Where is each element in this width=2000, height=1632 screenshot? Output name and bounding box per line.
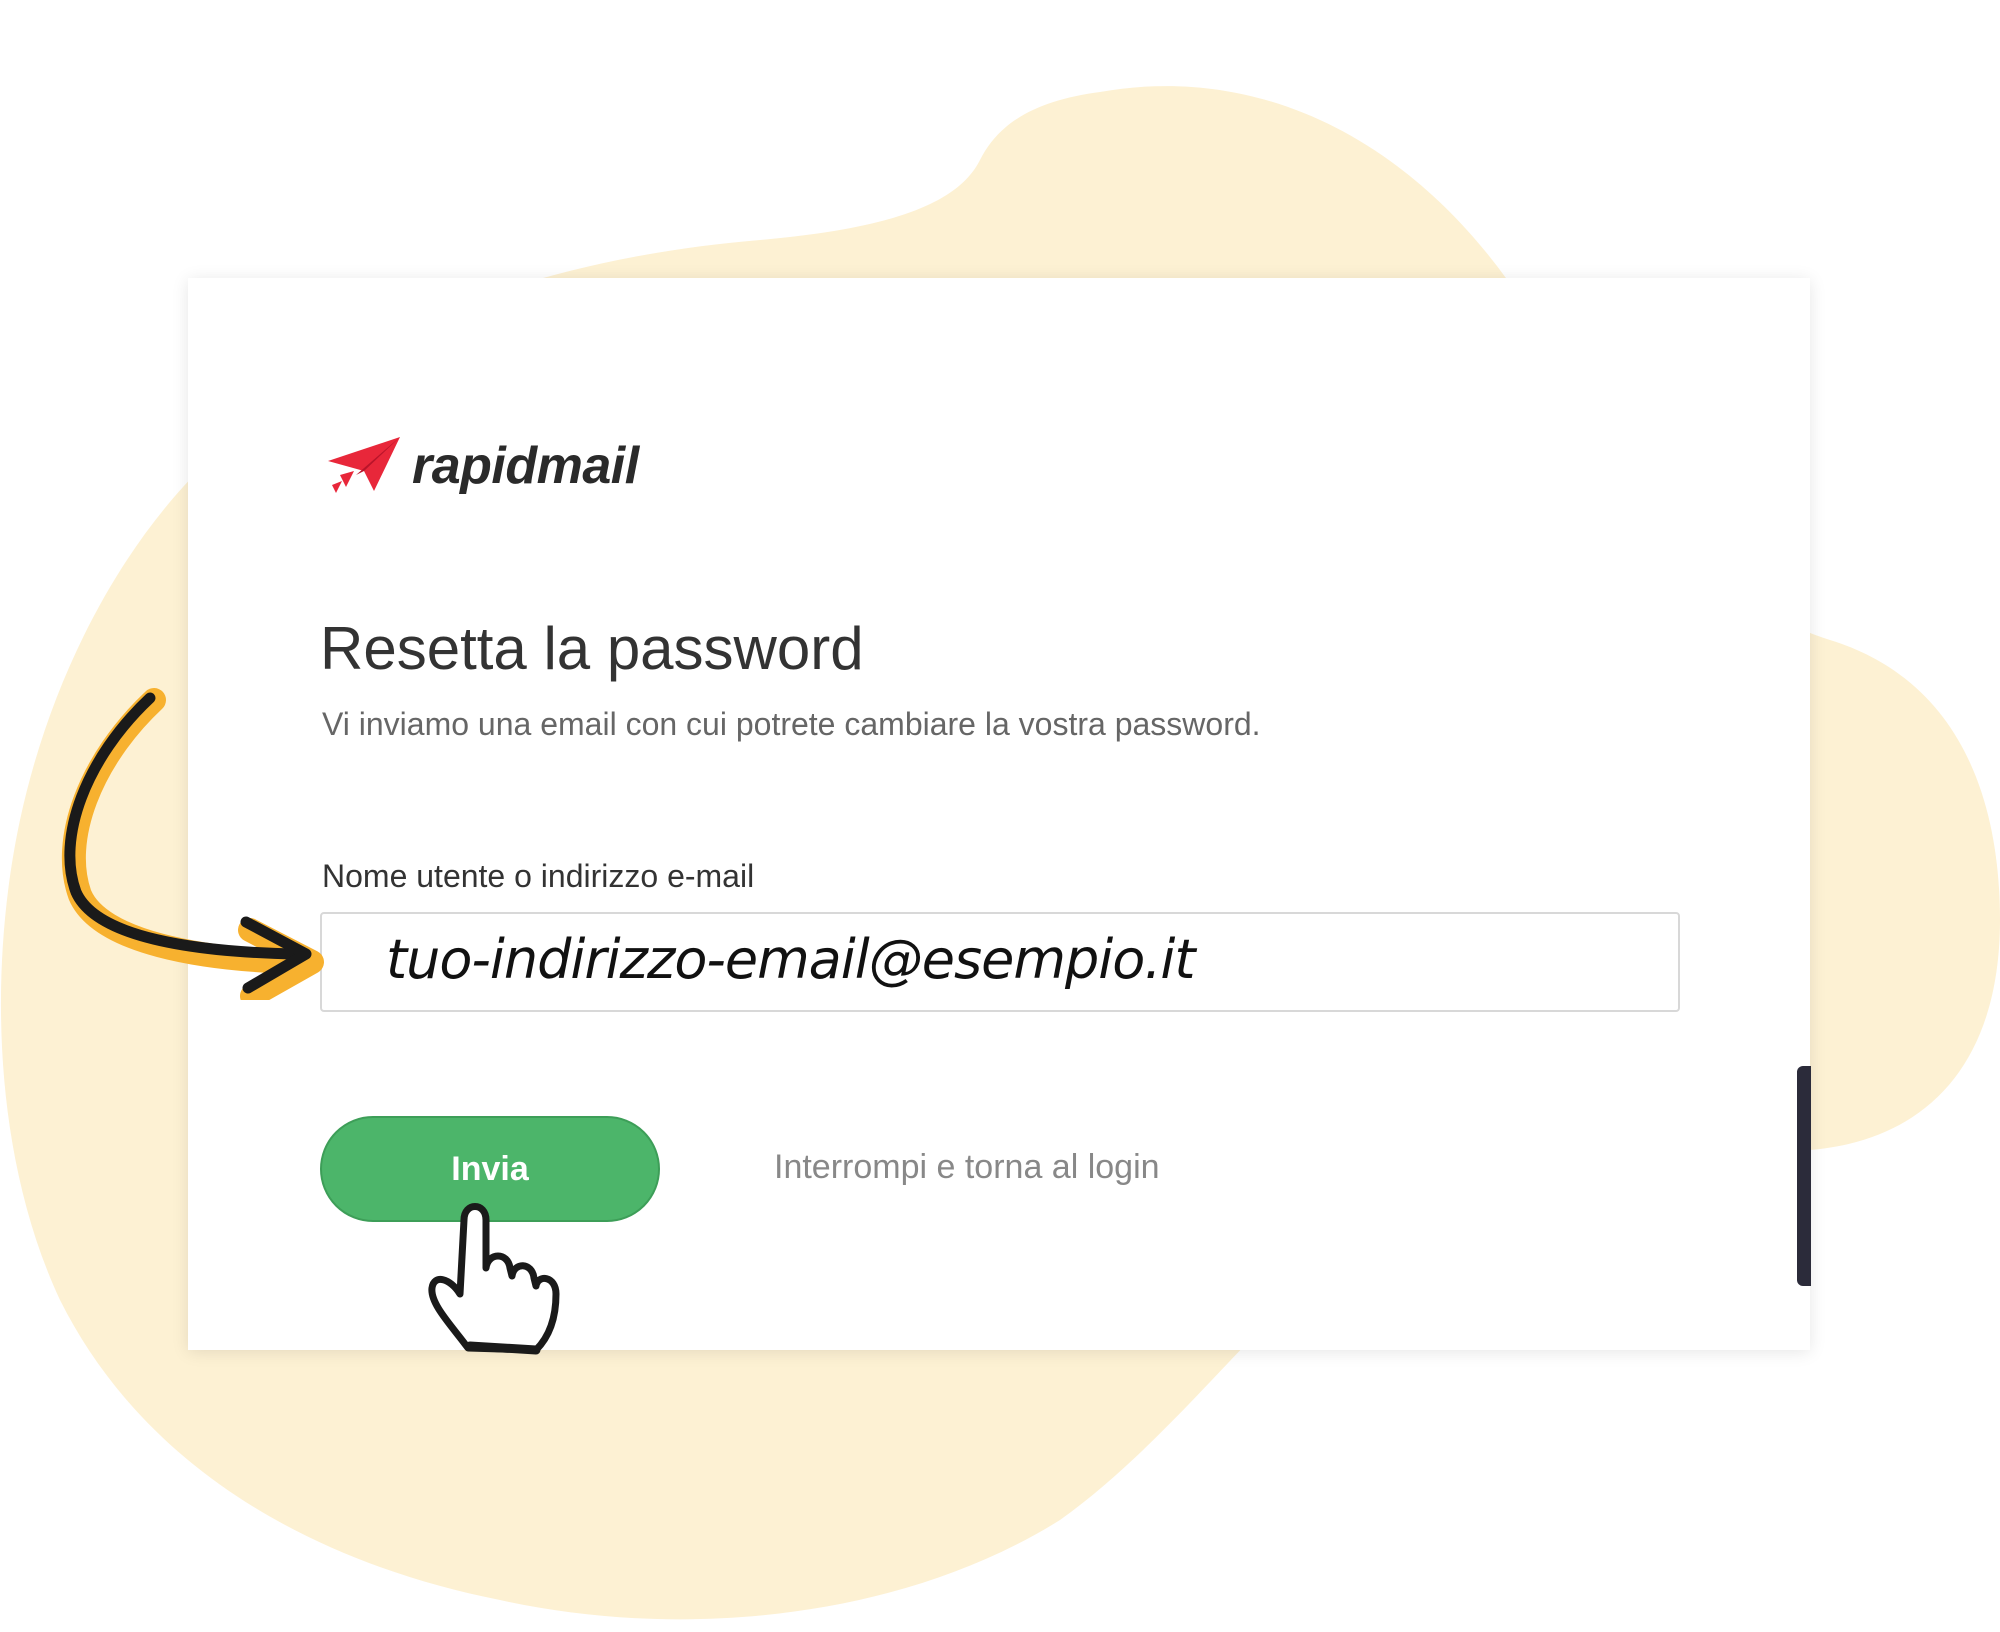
username-email-label: Nome utente o indirizzo e-mail <box>322 858 755 894</box>
pointing-hand-icon <box>428 1203 560 1355</box>
hand-drawn-arrow-icon <box>61 688 324 1000</box>
back-to-login-link[interactable]: Interrompi e torna al login <box>774 1148 1160 1187</box>
page-subtitle: Vi inviamo una email con cui potrete cam… <box>322 706 1261 742</box>
brand-name: rapidmail <box>412 437 639 495</box>
brand-logo[interactable]: rapidmail <box>326 426 639 506</box>
username-email-input[interactable]: tuo-indirizzo-email@esempio.it <box>320 912 1680 1012</box>
side-feedback-tab[interactable] <box>1797 1066 1811 1286</box>
username-email-value: tuo-indirizzo-email@esempio.it <box>386 928 1196 991</box>
reset-password-card: rapidmail Resetta la password Vi inviamo… <box>188 278 1810 1350</box>
paper-plane-icon <box>328 437 400 493</box>
page-title: Resetta la password <box>320 615 864 682</box>
